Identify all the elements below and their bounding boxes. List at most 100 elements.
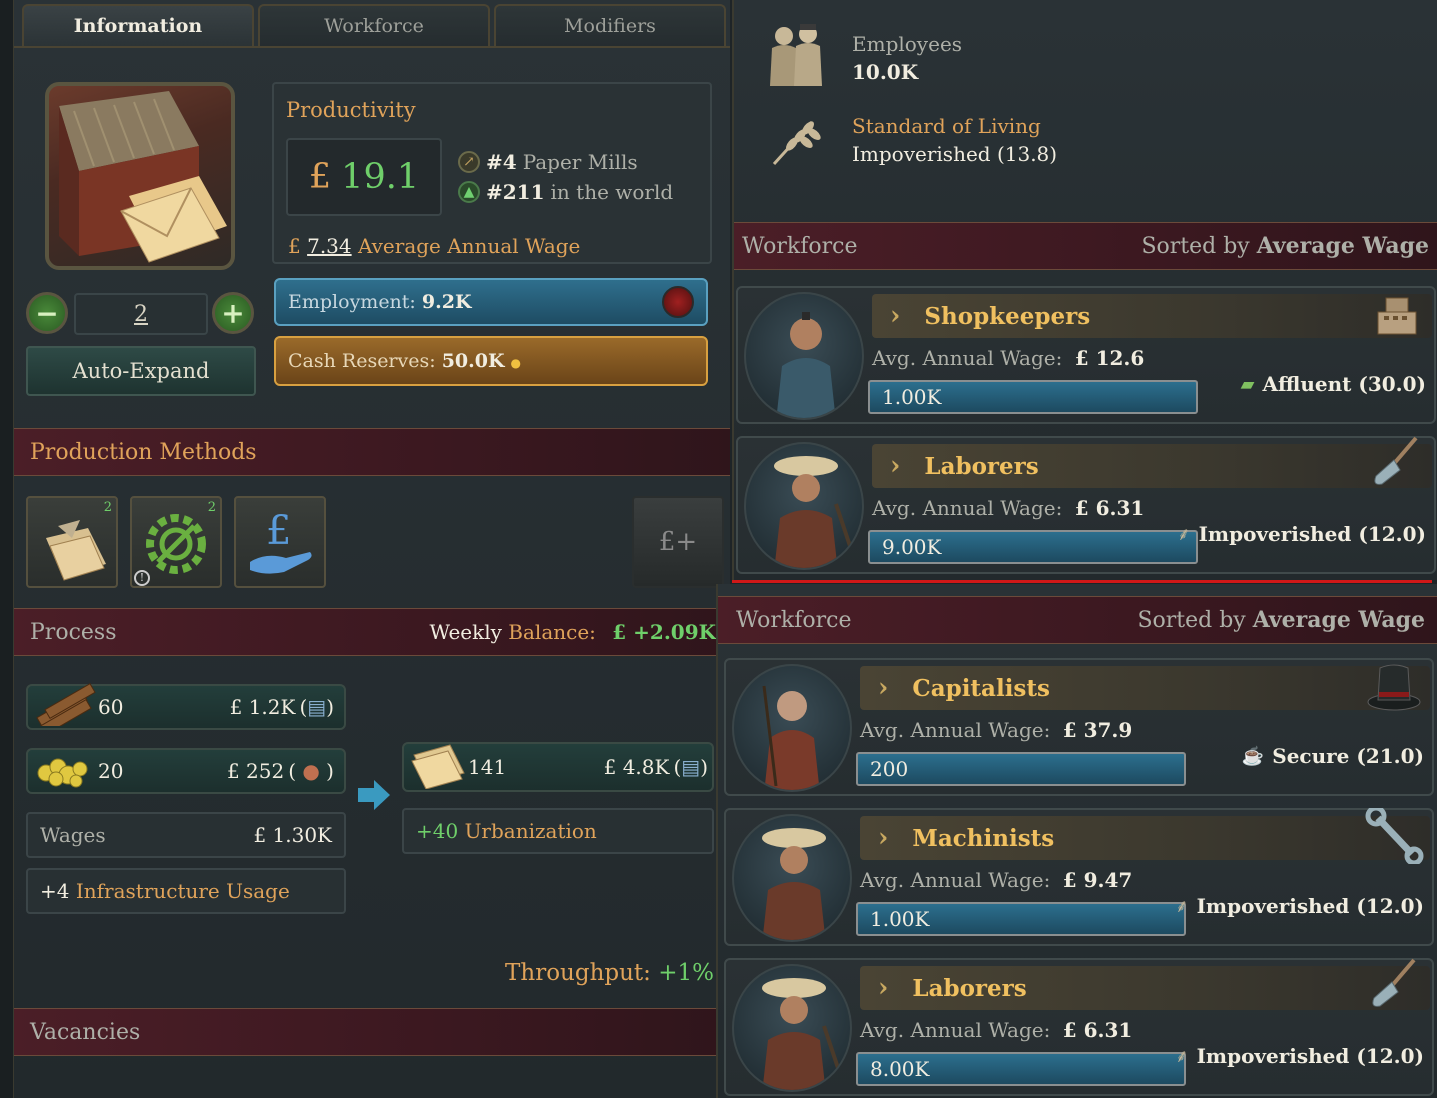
workforce-top-sorted-value: Average Wage xyxy=(1256,233,1429,259)
pop-wage-label: Avg. Annual Wage: xyxy=(860,718,1051,742)
rank-country-label: Paper Mills xyxy=(522,150,638,174)
weekly-balance-label2: Balance: xyxy=(508,620,596,644)
rank-up-icon: ▲ xyxy=(458,181,480,203)
sol-label: Standard of Living xyxy=(852,114,1041,138)
output-paper-value: £ 4.8K xyxy=(603,755,670,779)
pop-wage: Avg. Annual Wage: £ 6.31 xyxy=(872,496,1144,520)
output-paper-qty: 141 xyxy=(468,755,507,779)
urbanization-row: +40 Urbanization xyxy=(402,808,714,854)
employees-icon xyxy=(764,22,828,92)
vacancies-header: Vacancies xyxy=(14,1008,730,1056)
pop-wage-label: Avg. Annual Wage: xyxy=(860,1018,1051,1042)
right-bottom-panel: Workforce Sorted by Average Wage › Capit… xyxy=(716,584,1437,1098)
pop-card-laborers[interactable]: › Laborers Avg. Annual Wage: £ 6.31 9.00… xyxy=(736,436,1436,574)
left-panel: Information Workforce Modifiers − 2 + Au… xyxy=(0,0,730,1098)
pop-count-bar: 1.00K xyxy=(868,380,1198,414)
workforce-bottom-title: Workforce xyxy=(736,607,852,633)
wheat-icon: ⸙ xyxy=(1175,1046,1189,1067)
wages-row: Wages £ 1.30K xyxy=(26,812,346,858)
pop-sol-value: Impoverished (12.0) xyxy=(1196,1044,1424,1068)
workforce-bottom-sorted-prefix: Sorted by xyxy=(1137,608,1246,633)
increase-level-button[interactable]: + xyxy=(212,292,254,334)
cash-register-icon xyxy=(1372,290,1422,340)
output-paper[interactable]: 141 £ 4.8K (▤) xyxy=(402,742,714,792)
urbanization-num: +40 xyxy=(416,819,459,843)
tab-information[interactable]: Information xyxy=(22,4,254,46)
pop-name: Capitalists xyxy=(912,674,1050,702)
pop-card-laborers-bottom[interactable]: › Laborers Avg. Annual Wage: £ 6.31 8.00… xyxy=(724,958,1434,1096)
pop-card-capitalists[interactable]: › Capitalists Avg. Annual Wage: £ 37.9 2… xyxy=(724,658,1434,796)
gold-ore-icon xyxy=(37,758,88,788)
pop-wage: Avg. Annual Wage: £ 37.9 xyxy=(860,718,1132,742)
productivity-value-box: £ 19.1 xyxy=(286,138,442,216)
wrench-icon xyxy=(1364,805,1424,866)
pop-sol: ▰ Affluent (30.0) xyxy=(1241,372,1426,396)
process-header: Process Weekly Balance: £ +2.09K xyxy=(14,608,730,656)
warning-icon: ! xyxy=(134,570,150,586)
pop-count-bar: 1.00K xyxy=(856,902,1186,936)
pm-ownership-method[interactable]: £ xyxy=(234,496,326,588)
shovel-icon xyxy=(1366,434,1422,490)
rank-world-num: #211 xyxy=(486,180,545,204)
tab-modifiers[interactable]: Modifiers xyxy=(494,4,726,46)
pm-automation-method[interactable]: 2 ! xyxy=(130,496,222,588)
chevron-right-icon: › xyxy=(890,451,901,481)
level-field[interactable]: 2 xyxy=(74,293,208,335)
workforce-top-title: Workforce xyxy=(742,233,858,259)
pop-wage-value: £ 12.6 xyxy=(1074,346,1145,370)
plus-icon: + xyxy=(221,296,245,330)
shovel-icon xyxy=(1364,956,1420,1012)
input-sulfur[interactable]: 20 £ 252 ( ● ) xyxy=(26,748,346,794)
right-top-panel: Employees 10.0K Standard of Living Impov… xyxy=(732,0,1437,580)
process-arrow-icon xyxy=(356,778,392,812)
input-wood-qty: 60 xyxy=(98,695,124,719)
tab-workforce[interactable]: Workforce xyxy=(258,4,490,46)
production-methods-header: Production Methods xyxy=(14,428,730,476)
teacup-icon: ☕ xyxy=(1241,745,1265,767)
input-wood-cost: £ 1.2K xyxy=(229,695,296,719)
infrastructure-num: +4 xyxy=(40,879,70,903)
wage-value: 7.34 xyxy=(307,234,352,258)
pop-name: Machinists xyxy=(912,824,1055,852)
left-border xyxy=(0,0,14,1098)
employees-value: 10.0K xyxy=(852,60,919,84)
paper-mill-illustration xyxy=(59,91,227,263)
input-wood[interactable]: 60 £ 1.2K (▤) xyxy=(26,682,346,730)
pop-wage-value: £ 9.47 xyxy=(1062,868,1133,892)
workforce-bottom-header: Workforce Sorted by Average Wage xyxy=(718,596,1437,644)
pop-wage-label: Avg. Annual Wage: xyxy=(872,496,1063,520)
rank-country-num: #4 xyxy=(486,150,517,174)
wage-label: Average Annual Wage xyxy=(357,234,581,258)
input-sulfur-qty: 20 xyxy=(98,759,124,783)
coins-icon-2: (▤) xyxy=(673,755,708,779)
add-ownership-button[interactable]: £+ xyxy=(632,496,724,588)
process-title: Process xyxy=(30,619,117,645)
cash-reserves-label: Cash Reserves: xyxy=(288,350,436,372)
pop-name: Laborers xyxy=(924,452,1039,480)
top-hat-icon xyxy=(1364,658,1422,714)
svg-text:£: £ xyxy=(266,508,291,554)
pop-card-machinists[interactable]: › Machinists Avg. Annual Wage: £ 9.47 1.… xyxy=(724,805,1434,946)
cash-reserves-bar[interactable]: Cash Reserves: 50.0K ● xyxy=(274,336,708,386)
pm-badge-1: 2 xyxy=(103,500,112,515)
currency-symbol: £ xyxy=(308,157,332,197)
rank-arrow-icon: ↗ xyxy=(458,151,480,173)
pop-card-shopkeepers[interactable]: › Shopkeepers Avg. Annual Wage: £ 12.6 1… xyxy=(736,286,1436,424)
pm-paper-method[interactable]: 2 xyxy=(26,496,118,588)
pop-wage: Avg. Annual Wage: £ 9.47 xyxy=(860,868,1132,892)
decrease-level-button[interactable]: − xyxy=(26,292,68,334)
rank-world: ▲ #211 in the world xyxy=(458,180,673,204)
auto-expand-button[interactable]: Auto-Expand xyxy=(26,346,256,396)
pop-wage-value: £ 6.31 xyxy=(1074,496,1145,520)
pop-count-bar: 9.00K xyxy=(868,530,1198,564)
throughput: Throughput: +1% xyxy=(505,960,714,986)
pop-namebar: › Laborers xyxy=(872,444,1432,488)
tab-underline xyxy=(14,46,730,48)
wheat-icon xyxy=(768,112,824,168)
employment-bar[interactable]: Employment: 9.2K xyxy=(274,278,708,326)
logs-icon xyxy=(36,682,96,726)
wage-currency: £ xyxy=(288,234,301,258)
throughput-label: Throughput: xyxy=(505,960,651,986)
wheat-icon: ⸙ xyxy=(1175,896,1189,917)
chevron-right-icon: › xyxy=(878,823,889,853)
